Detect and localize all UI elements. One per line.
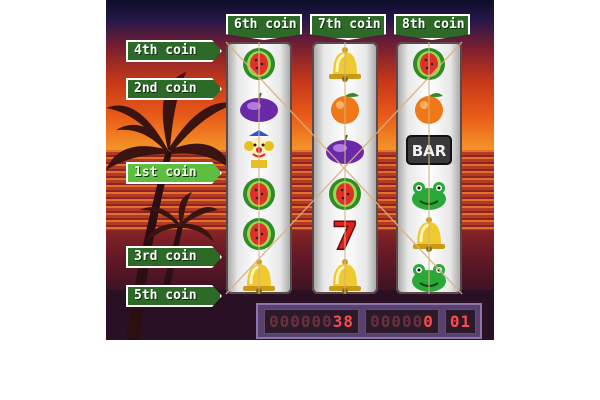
credits-counter: 00000038: [264, 308, 360, 334]
counter-panel: 00000038 000000 01: [256, 303, 482, 339]
bell-icon: [234, 256, 284, 296]
payline-label-3rd: 3rd coin: [126, 246, 222, 268]
bet-counter: 000000: [365, 308, 439, 334]
orange-icon: [404, 88, 454, 128]
watermelon-icon: [404, 44, 454, 84]
payline-label-2nd: 2nd coin: [126, 78, 222, 100]
payout-lit-digits: 01: [449, 311, 472, 331]
watermelon-icon: [234, 214, 284, 254]
payout-counter: 01: [444, 308, 477, 334]
svg-text:BAR: BAR: [412, 142, 447, 160]
frog-icon: [404, 174, 454, 214]
bell-icon: [320, 256, 370, 296]
seven-icon: 7: [320, 214, 370, 254]
bell-icon: [320, 44, 370, 84]
slot-machine-screen: 7 BAR 4th coin 2nd coin 1st coin 3rd coin…: [106, 0, 494, 340]
payline-label-5th: 5th coin: [126, 285, 222, 307]
credits-dim-digits: 000000: [269, 311, 333, 331]
watermelon-icon: [234, 44, 284, 84]
clown-icon: [234, 130, 284, 170]
svg-text:7: 7: [332, 215, 358, 253]
payline-label-1st: 1st coin: [126, 162, 222, 184]
plum-icon: [320, 130, 370, 170]
bet-dim-digits: 00000: [370, 311, 424, 331]
credits-lit-digits: 38: [332, 311, 355, 331]
payline-label-4th: 4th coin: [126, 40, 222, 62]
orange-icon: [320, 88, 370, 128]
bell-icon: [404, 214, 454, 254]
watermelon-icon: [320, 174, 370, 214]
watermelon-icon: [234, 174, 284, 214]
bar-icon: BAR: [404, 130, 454, 170]
plum-icon: [234, 88, 284, 128]
bet-lit-digits: 0: [423, 311, 434, 331]
frog-icon: [404, 256, 454, 296]
